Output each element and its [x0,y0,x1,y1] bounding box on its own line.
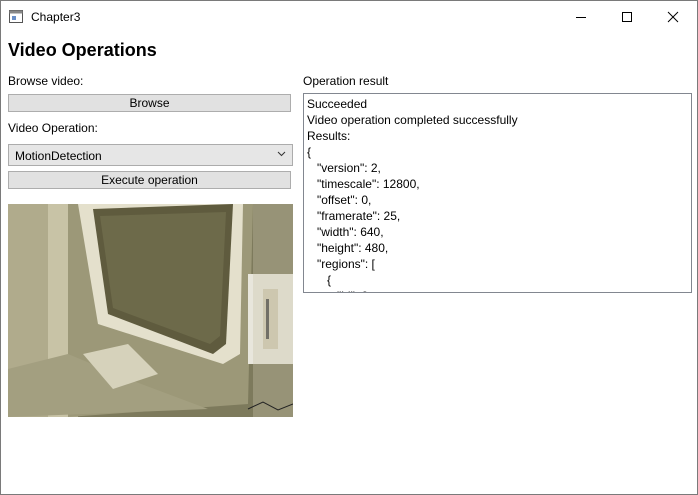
browse-button[interactable]: Browse [8,94,291,112]
result-line: "regions": [ [307,257,375,271]
operation-result-label: Operation result [303,74,389,88]
minimize-button[interactable] [558,1,604,32]
app-icon [9,10,23,23]
video-operation-label: Video Operation: [8,121,98,135]
result-line: { [307,145,312,159]
result-line: "framerate": 25, [307,209,401,223]
close-button[interactable] [650,1,696,32]
browse-video-label: Browse video: [8,74,84,88]
result-line: "offset": 0, [307,193,372,207]
operation-result-text: Succeeded Video operation completed succe… [307,96,518,292]
result-line: "version": 2, [307,161,381,175]
operation-result-textbox[interactable]: Succeeded Video operation completed succe… [303,93,692,293]
result-line: Video operation completed successfully [307,113,518,127]
app-window: Chapter3 Video Operations Browse video: … [0,0,698,495]
result-line: "id": 0, [307,288,518,292]
video-preview [8,204,293,417]
maximize-button[interactable] [604,1,650,32]
minimize-icon [576,16,586,18]
window-title: Chapter3 [31,10,81,24]
execute-operation-button[interactable]: Execute operation [8,171,291,189]
result-line: { [307,273,332,287]
video-frame-image [8,204,293,417]
result-line: Results: [307,129,351,143]
chevron-down-icon [277,151,286,157]
page-title: Video Operations [8,40,157,60]
result-line: "height": 480, [307,241,389,255]
result-line: Succeeded [307,97,368,111]
video-operation-selected-value: MotionDetection [15,149,102,163]
maximize-icon [622,11,632,22]
title-bar[interactable]: Chapter3 [1,1,697,32]
result-line: "width": 640, [307,225,384,239]
close-icon [667,11,679,22]
result-line: "timescale": 12800, [307,177,420,191]
video-operation-select[interactable]: MotionDetection [8,144,293,166]
